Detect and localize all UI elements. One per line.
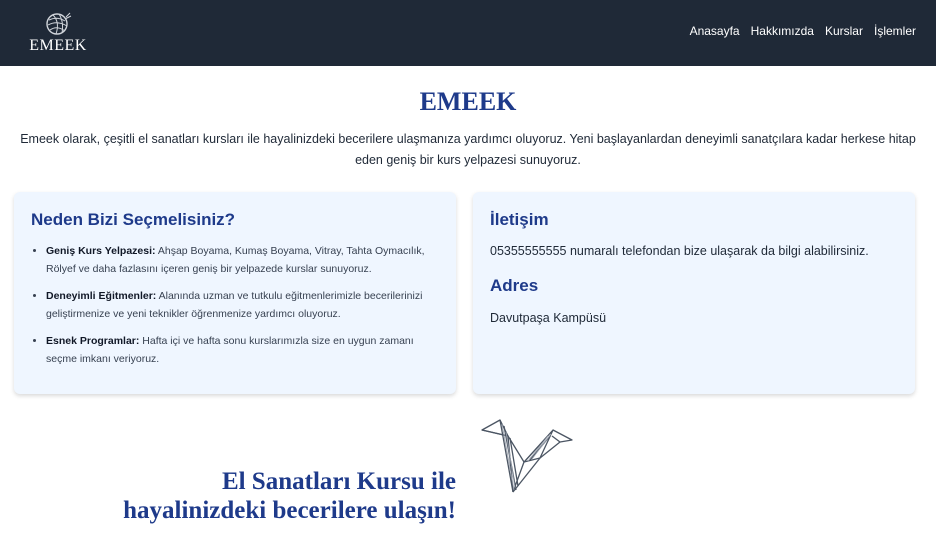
navbar: EMEEK Anasayfa Hakkımızda Kurslar İşleml… bbox=[0, 0, 936, 66]
tagline-line-1: El Sanatları Kursu ile bbox=[221, 468, 456, 495]
contact-title: İletişim bbox=[490, 210, 549, 229]
page-title: EMEEK bbox=[419, 87, 517, 116]
intro-text: Emeek olarak, çeşitli el sanatları kursl… bbox=[20, 132, 916, 167]
origami-bird-icon bbox=[481, 419, 573, 493]
main-nav: Anasayfa Hakkımızda Kurslar İşlemler bbox=[690, 24, 916, 38]
yarn-ball-icon bbox=[46, 12, 72, 35]
feature-name: Esnek Programlar: bbox=[46, 335, 140, 347]
nav-item-islemler[interactable]: İşlemler bbox=[874, 24, 916, 38]
brand-logo[interactable]: EMEEK bbox=[26, 10, 90, 56]
tagline-line-2: hayalinizdeki becerilere ulaşın! bbox=[123, 497, 456, 524]
list-item: Geniş Kurs Yelpazesi: Ahşap Boyama, Kuma… bbox=[46, 242, 436, 278]
address-text: Davutpaşa Kampüsü bbox=[490, 311, 607, 325]
why-us-title: Neden Bizi Seçmelisiniz? bbox=[31, 210, 236, 229]
feature-name: Geniş Kurs Yelpazesi: bbox=[46, 245, 156, 257]
contact-text: 05355555555 numaralı telefondan bize ula… bbox=[490, 244, 869, 258]
why-us-card: Neden Bizi Seçmelisiniz? Geniş Kurs Yelp… bbox=[14, 192, 456, 394]
feature-name: Deneyimli Eğitmenler: bbox=[46, 290, 157, 302]
list-item: Deneyimli Eğitmenler: Alanında uzman ve … bbox=[46, 287, 436, 323]
feature-list: Geniş Kurs Yelpazesi: Ahşap Boyama, Kuma… bbox=[46, 242, 436, 377]
tagline: El Sanatları Kursu ile hayalinizdeki bec… bbox=[0, 467, 456, 525]
list-item: Esnek Programlar: Hafta içi ve hafta son… bbox=[46, 332, 436, 368]
nav-item-kurslar[interactable]: Kurslar bbox=[825, 24, 863, 38]
nav-item-hakkimizda[interactable]: Hakkımızda bbox=[751, 24, 814, 38]
contact-card: İletişim 05355555555 numaralı telefondan… bbox=[473, 192, 915, 394]
nav-item-anasayfa[interactable]: Anasayfa bbox=[690, 24, 740, 38]
brand-name: EMEEK bbox=[29, 37, 87, 54]
address-title: Adres bbox=[490, 276, 539, 295]
